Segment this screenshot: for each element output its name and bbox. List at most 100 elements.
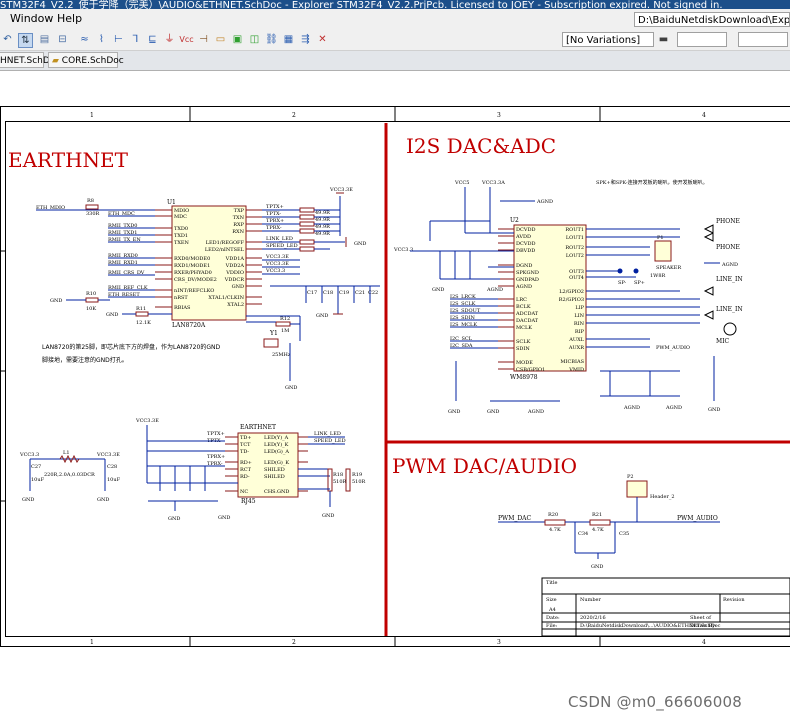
harness-icon[interactable]: ⛓ bbox=[265, 33, 278, 46]
svg-text:25MHz: 25MHz bbox=[272, 352, 291, 358]
probe-icon[interactable]: ⊑ bbox=[146, 33, 159, 46]
pin-label: VDDIO bbox=[225, 270, 244, 276]
pin-label: RXD1/MODE1 bbox=[174, 263, 210, 269]
svg-text:R19: R19 bbox=[352, 472, 362, 478]
svg-text:VCC3.3E: VCC3.3E bbox=[329, 187, 353, 193]
compile-icon[interactable]: ▦ bbox=[282, 33, 295, 46]
pin-label: LRC bbox=[516, 297, 527, 303]
svg-text:WM8978: WM8978 bbox=[510, 374, 538, 381]
tab-ethnet-schdoc[interactable]: HNET.SchDoc bbox=[0, 52, 44, 68]
net-label: SPEED_LED bbox=[266, 243, 298, 249]
svg-text:AGND: AGND bbox=[623, 405, 640, 411]
svg-text:PWM_AUDIO: PWM_AUDIO bbox=[677, 515, 718, 522]
net-label: LINK_LED bbox=[314, 431, 341, 437]
net-icon[interactable]: ⅂ bbox=[129, 33, 142, 46]
power-gnd-icon[interactable]: ⏚ bbox=[163, 33, 176, 46]
crystal-y1[interactable]: Y1 25MHz R12 1M GND bbox=[246, 316, 300, 391]
pin-label: SDIN bbox=[516, 346, 530, 352]
pin-label: TXD1 bbox=[174, 233, 188, 239]
pin-label: RCT bbox=[240, 467, 252, 473]
tab-label: CORE.SchDoc bbox=[62, 56, 124, 66]
svg-text:GND: GND bbox=[285, 385, 297, 391]
svg-text:C27: C27 bbox=[31, 464, 41, 470]
sheet-entry-icon[interactable]: ▭ bbox=[214, 33, 227, 46]
svg-text:10K: 10K bbox=[86, 306, 96, 312]
svg-text:PHONE: PHONE bbox=[716, 244, 740, 251]
pin-label: DGND bbox=[516, 263, 532, 269]
undo-icon[interactable]: ↶ bbox=[1, 33, 14, 46]
directive-icon[interactable]: ◫ bbox=[248, 33, 261, 46]
svg-text:Number: Number bbox=[580, 597, 601, 603]
close-icon[interactable]: ✕ bbox=[316, 33, 329, 46]
pin-label: RBIAS bbox=[174, 305, 191, 311]
svg-text:Revision: Revision bbox=[723, 597, 745, 603]
svg-text:C17: C17 bbox=[307, 290, 317, 296]
svg-text:4.7K: 4.7K bbox=[549, 527, 561, 533]
svg-text:PWM_DAC: PWM_DAC bbox=[498, 515, 531, 522]
box-select-icon[interactable]: ▤ bbox=[38, 33, 51, 46]
net-label: VCC3.3E bbox=[265, 254, 289, 260]
schematic-sheet: 1 2 3 4 1 2 3 4 EARTHNET I2S DAC&ADC PWM… bbox=[0, 71, 790, 723]
pin-label: RIN bbox=[574, 321, 585, 327]
svg-text:Sheet of: Sheet of bbox=[690, 615, 712, 621]
svg-text:VCC3.3: VCC3.3 bbox=[393, 247, 413, 253]
menu-window[interactable]: Window bbox=[10, 12, 53, 25]
svg-text:10uF: 10uF bbox=[31, 477, 45, 483]
pin-label: RXP bbox=[233, 222, 244, 228]
select-icon[interactable]: ⇅ bbox=[18, 33, 33, 48]
part-icon[interactable]: ⊣ bbox=[197, 33, 210, 46]
svg-text:VCC5: VCC5 bbox=[454, 180, 469, 186]
port-icon[interactable]: ⊢ bbox=[112, 33, 125, 46]
pin-label: AVDD bbox=[515, 234, 531, 240]
vcc-icon[interactable]: Vcc bbox=[180, 33, 193, 46]
pin-label: LED1/REGOFF bbox=[206, 240, 245, 246]
section-title-earthnet: EARTHNET bbox=[8, 148, 129, 172]
zone-label: 3 bbox=[497, 112, 501, 119]
pin-label: SPKGND bbox=[516, 270, 539, 276]
pin-label: OUT4 bbox=[569, 275, 584, 281]
variant-manager-icon[interactable]: ▬ bbox=[657, 33, 670, 46]
net-label: TPRX+ bbox=[207, 454, 225, 460]
pin-label: nINT/REFCLKO bbox=[174, 288, 214, 294]
pin-label: VMID bbox=[568, 367, 584, 373]
zoom-combo[interactable] bbox=[738, 32, 788, 47]
wire-icon[interactable]: ≈ bbox=[78, 33, 91, 46]
pin-label: VDDCR bbox=[224, 277, 244, 283]
pin-label: ROUT1 bbox=[565, 227, 584, 233]
pin-label: XTAL2 bbox=[227, 302, 244, 308]
filter-combo[interactable] bbox=[677, 32, 727, 47]
svg-text:C21: C21 bbox=[355, 290, 365, 296]
tab-core-schdoc[interactable]: ▰ CORE.SchDoc bbox=[48, 52, 118, 68]
net-label: TPRX+ bbox=[266, 218, 284, 224]
variations-select[interactable]: [No Variations] bbox=[562, 32, 654, 47]
document-tab-bar: HNET.SchDoc ▰ CORE.SchDoc bbox=[0, 51, 790, 71]
arrange-icon[interactable]: ⇶ bbox=[299, 33, 312, 46]
svg-text:12.1K: 12.1K bbox=[136, 320, 151, 326]
svg-text:EARTHNET: EARTHNET bbox=[240, 424, 276, 431]
net-label-icon[interactable]: ⌇ bbox=[95, 33, 108, 46]
svg-text:AGND: AGND bbox=[486, 287, 503, 293]
lan8720-right-nets: TPTX+TPTX-TPRX+TPRX-LINK_LEDSPEED_LEDVCC… bbox=[262, 204, 300, 274]
net-label: TPTX- bbox=[266, 211, 281, 217]
pin-label: SHILED bbox=[264, 474, 285, 480]
svg-text:R11: R11 bbox=[136, 306, 146, 312]
document-path-field[interactable]: D:\BaiduNetdiskDownload\Exp bbox=[634, 12, 790, 27]
menu-help[interactable]: Help bbox=[57, 12, 82, 25]
pin-label: CRS_DV/MODE2 bbox=[174, 277, 217, 283]
sheet-icon[interactable]: ▣ bbox=[231, 33, 244, 46]
sheet-border bbox=[1, 107, 790, 647]
pin-label: LOUT1 bbox=[566, 235, 584, 241]
pin-label: TXP bbox=[234, 208, 245, 214]
net-label: TPTX+ bbox=[266, 204, 284, 210]
svg-text:VCC3.3: VCC3.3 bbox=[19, 452, 39, 458]
zone-label: 1 bbox=[90, 112, 94, 119]
svg-text:49.9R: 49.9R bbox=[315, 210, 330, 216]
schematic-canvas[interactable]: 1 2 3 4 1 2 3 4 EARTHNET I2S DAC&ADC PWM… bbox=[0, 71, 790, 723]
svg-text:MIC: MIC bbox=[716, 338, 730, 345]
bus-icon[interactable]: ⊟ bbox=[56, 33, 69, 46]
pin-label: LOUT2 bbox=[566, 253, 584, 259]
pin-label: ROUT2 bbox=[565, 245, 584, 251]
svg-text:C35: C35 bbox=[619, 531, 629, 537]
svg-text:GND: GND bbox=[487, 409, 499, 415]
svg-text:GND: GND bbox=[432, 287, 444, 293]
